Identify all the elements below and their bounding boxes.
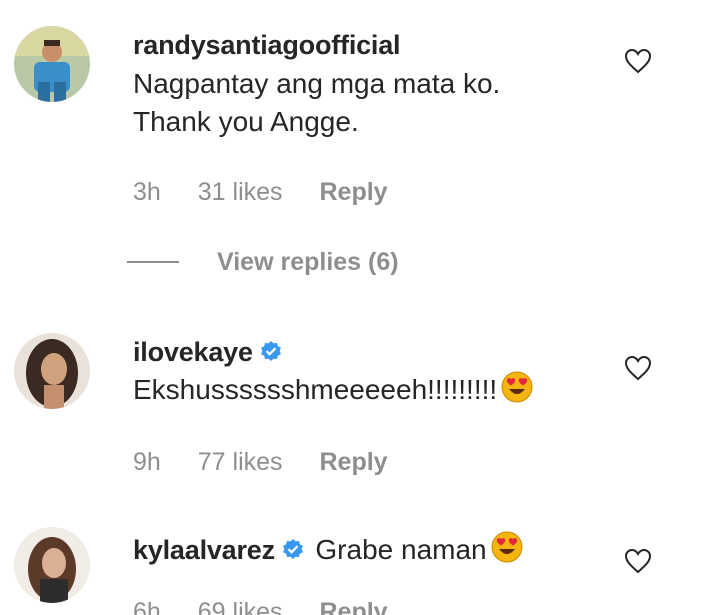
comment-text-line: Thank you Angge. — [133, 106, 359, 137]
verified-badge-icon — [259, 340, 283, 369]
comment-text-line: Nagpantay ang mga mata ko. — [133, 68, 501, 99]
comment-time[interactable]: 9h — [133, 448, 161, 476]
comment-header: ilovekaye — [133, 337, 622, 369]
comment-time[interactable]: 6h — [133, 598, 161, 615]
reply-button[interactable]: Reply — [319, 178, 387, 206]
heart-eyes-emoji — [501, 371, 533, 408]
comment-meta: 6h 69 likes Reply — [133, 598, 418, 615]
comment-username[interactable]: randysantiagoofficial — [133, 30, 622, 61]
verified-badge-icon — [281, 538, 305, 567]
avatar[interactable] — [14, 26, 90, 102]
comment-likes[interactable]: 77 likes — [198, 448, 283, 476]
reply-button[interactable]: Reply — [319, 598, 387, 615]
comment-likes[interactable]: 31 likes — [198, 178, 283, 206]
like-heart-icon[interactable] — [624, 48, 652, 74]
comment-text: Grabe naman — [315, 534, 487, 565]
comment-username[interactable]: ilovekaye — [133, 337, 253, 367]
like-heart-icon[interactable] — [624, 548, 652, 574]
comment-meta: 3h 31 likes Reply — [133, 178, 418, 207]
comment-text: Ekshusssssshmeeeeeh!!!!!!!!! — [133, 374, 498, 405]
comments-feed: randysantiagoofficial Nagpantay ang mga … — [0, 0, 702, 615]
view-replies-button[interactable]: View replies (6) — [127, 248, 399, 277]
reply-button[interactable]: Reply — [319, 448, 387, 476]
comment-likes[interactable]: 69 likes — [198, 598, 283, 615]
comment-header: kylaalvarez Grabe naman — [133, 531, 622, 568]
avatar[interactable] — [14, 527, 90, 603]
avatar[interactable] — [14, 333, 90, 409]
comment-username[interactable]: kylaalvarez — [133, 535, 275, 565]
comment-body: Ekshusssssshmeeeeeh!!!!!!!!! — [133, 371, 622, 409]
like-heart-icon[interactable] — [624, 355, 652, 381]
comment-meta: 9h 77 likes Reply — [133, 448, 418, 477]
heart-eyes-emoji — [491, 531, 523, 568]
view-replies-label: View replies (6) — [217, 248, 399, 276]
divider-line — [127, 261, 179, 263]
comment-time[interactable]: 3h — [133, 178, 161, 206]
